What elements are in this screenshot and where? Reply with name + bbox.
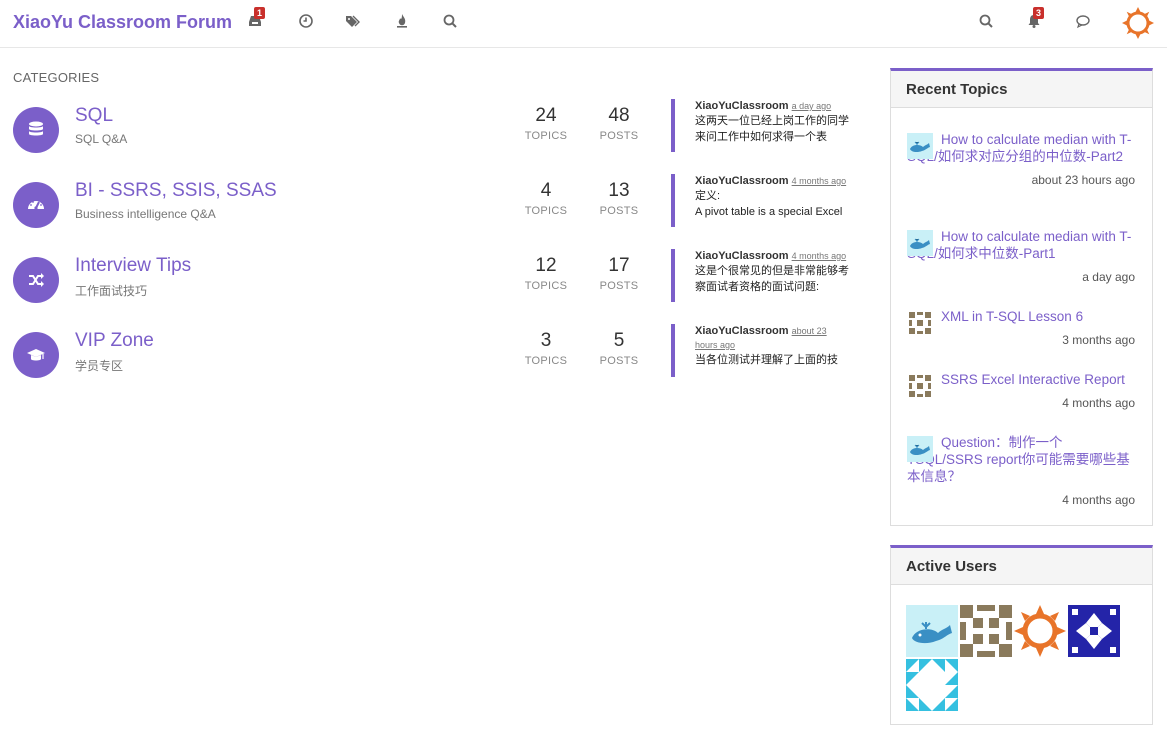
pattern-avatar[interactable] (907, 310, 933, 336)
teaser-content[interactable]: 这两天一位已经上岗工作的同学来问工作中如何求得一个表 (695, 113, 851, 145)
topic-count: 24 TOPICS (516, 105, 576, 142)
top-navbar: XiaoYu Classroom Forum 1 3 (0, 0, 1167, 48)
recent-topic-item[interactable]: How to calculate median with T-SQL/如何求对应… (907, 131, 1135, 187)
unread-badge: 1 (254, 7, 266, 19)
whale-avatar[interactable] (906, 605, 958, 657)
teaser-content[interactable]: 当各位测试并理解了上面的技 (695, 352, 851, 384)
category-row-bi: BI - SSRS, SSIS, SSAS Business intellige… (13, 174, 863, 235)
pattern-avatar[interactable] (1068, 605, 1120, 657)
teaser-username[interactable]: XiaoYuClassroom (695, 100, 789, 112)
recent-topic-timestamp: 4 months ago (1062, 396, 1135, 410)
teaser-username[interactable]: XiaoYuClassroom (695, 325, 789, 337)
search-icon[interactable] (442, 13, 460, 31)
category-row-interview-tips: Interview Tips 工作面试技巧 12 TOPICS 17 POSTS… (13, 249, 863, 310)
bell-icon[interactable]: 3 (1026, 7, 1045, 31)
active-users-widget: Active Users (890, 545, 1153, 725)
topic-count-label: TOPICS (524, 280, 568, 292)
teaser-timestamp[interactable]: 4 months ago (792, 176, 847, 186)
topic-count: 4 TOPICS (516, 180, 576, 217)
latest-post-teaser[interactable]: XiaoYuClassroom about 23 hours ago 当各位测试… (671, 324, 851, 377)
sun-avatar[interactable] (1014, 605, 1066, 657)
category-description: Business intelligence Q&A (75, 207, 216, 221)
post-count: 13 POSTS (589, 180, 649, 217)
database-icon[interactable] (13, 107, 59, 153)
post-count: 5 POSTS (589, 330, 649, 367)
recent-topics-title: Recent Topics (891, 71, 1152, 108)
latest-post-teaser[interactable]: XiaoYuClassroom a day ago 这两天一位已经上岗工作的同学… (671, 99, 851, 152)
topic-count-label: TOPICS (524, 205, 568, 217)
post-count-value: 5 (613, 330, 625, 351)
post-count: 17 POSTS (589, 255, 649, 292)
recent-topic-title[interactable]: SSRS Excel Interactive Report (907, 371, 1135, 388)
teaser-content[interactable]: 定义: A pivot table is a special Excel (695, 188, 851, 220)
topic-count-label: TOPICS (524, 355, 568, 367)
post-count: 48 POSTS (589, 105, 649, 142)
teaser-username[interactable]: XiaoYuClassroom (695, 250, 789, 262)
post-count-label: POSTS (599, 205, 639, 217)
brand-title[interactable]: XiaoYu Classroom Forum (13, 12, 232, 33)
post-count-label: POSTS (599, 280, 639, 292)
teaser-timestamp[interactable]: a day ago (792, 101, 832, 111)
categories-heading: Categories (13, 70, 100, 85)
post-count-value: 13 (608, 180, 630, 201)
whale-avatar[interactable] (907, 133, 933, 159)
topic-count-value: 24 (535, 105, 557, 126)
post-count-label: POSTS (599, 130, 639, 142)
category-title[interactable]: SQL (75, 105, 113, 127)
recent-topic-title[interactable]: How to calculate median with T-SQL/如何求对应… (907, 131, 1135, 165)
category-title[interactable]: BI - SSRS, SSIS, SSAS (75, 180, 277, 202)
category-description: 学员专区 (75, 359, 124, 373)
whale-avatar[interactable] (907, 230, 933, 256)
user-avatar[interactable] (1122, 7, 1154, 39)
active-users-title: Active Users (891, 548, 1152, 585)
pattern-avatar[interactable] (960, 605, 1012, 657)
search-icon[interactable] (978, 13, 996, 31)
topic-count-value: 12 (535, 255, 557, 276)
recent-topic-title[interactable]: XML in T-SQL Lesson 6 (907, 308, 1135, 325)
teaser-content[interactable]: 这是个很常见的但是非常能够考察面试者资格的面试问题: (695, 263, 851, 295)
graduation-cap-icon[interactable] (13, 332, 59, 378)
recent-topic-title[interactable]: Question：制作一个TSQL/SSRS report你可能需要哪些基本信息… (907, 434, 1135, 485)
recent-topic-item[interactable]: How to calculate median with T-SQL/如何求中位… (907, 228, 1135, 284)
category-row-vip-zone: VIP Zone 学员专区 3 TOPICS 5 POSTS XiaoYuCla… (13, 324, 863, 385)
notification-badge: 3 (1033, 7, 1045, 19)
clock-icon[interactable] (298, 13, 316, 31)
teaser-timestamp[interactable]: 4 months ago (792, 251, 847, 261)
recent-topic-timestamp: about 23 hours ago (1031, 173, 1135, 187)
category-title[interactable]: VIP Zone (75, 330, 154, 352)
category-title[interactable]: Interview Tips (75, 255, 191, 277)
recent-topic-timestamp: 4 months ago (1062, 493, 1135, 507)
latest-post-teaser[interactable]: XiaoYuClassroom 4 months ago 这是个很常见的但是非常… (671, 249, 851, 302)
category-row-sql: SQL SQL Q&A 24 TOPICS 48 POSTS XiaoYuCla… (13, 99, 863, 160)
topic-count: 3 TOPICS (516, 330, 576, 367)
recent-topic-timestamp: 3 months ago (1062, 333, 1135, 347)
topic-count: 12 TOPICS (516, 255, 576, 292)
topic-count-value: 3 (540, 330, 552, 351)
post-count-value: 48 (608, 105, 630, 126)
recent-topic-title[interactable]: How to calculate median with T-SQL/如何求中位… (907, 228, 1135, 262)
shuffle-icon[interactable] (13, 257, 59, 303)
tags-icon[interactable] (345, 13, 363, 31)
category-description: 工作面试技巧 (75, 284, 148, 298)
pattern-avatar[interactable] (906, 659, 958, 711)
topic-count-value: 4 (540, 180, 552, 201)
topic-count-label: TOPICS (524, 130, 568, 142)
teaser-username[interactable]: XiaoYuClassroom (695, 175, 789, 187)
dashboard-icon[interactable] (13, 182, 59, 228)
recent-topic-item[interactable]: SSRS Excel Interactive Report 4 months a… (907, 371, 1135, 410)
recent-topic-timestamp: a day ago (1082, 270, 1135, 284)
chat-icon[interactable] (1075, 13, 1093, 31)
recent-topic-item[interactable]: XML in T-SQL Lesson 6 3 months ago (907, 308, 1135, 347)
post-count-label: POSTS (599, 355, 639, 367)
post-count-value: 17 (608, 255, 630, 276)
whale-avatar[interactable] (907, 436, 933, 462)
fire-icon[interactable] (394, 13, 412, 31)
recent-topic-item[interactable]: Question：制作一个TSQL/SSRS report你可能需要哪些基本信息… (907, 434, 1135, 507)
inbox-icon[interactable]: 1 (247, 7, 266, 31)
pattern-avatar[interactable] (907, 373, 933, 399)
category-description: SQL Q&A (75, 132, 128, 146)
recent-topics-widget: Recent Topics How to calculate median wi… (890, 68, 1153, 526)
latest-post-teaser[interactable]: XiaoYuClassroom 4 months ago 定义: A pivot… (671, 174, 851, 227)
